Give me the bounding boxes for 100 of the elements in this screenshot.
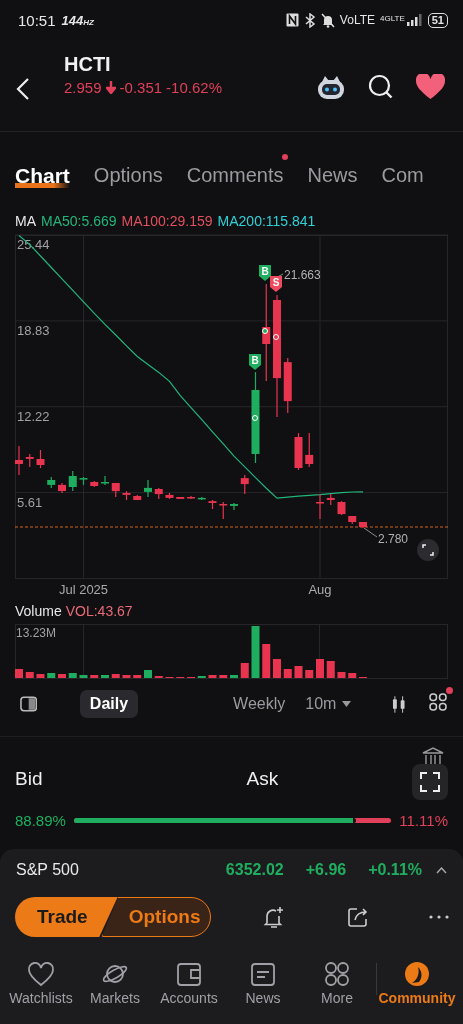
nav-tab[interactable]: Accounts [152,961,226,1006]
panel-toggle-icon[interactable] [20,696,38,712]
trade-point-icon [273,334,279,340]
nav-tab[interactable]: Watchlists [4,961,78,1006]
chart-tab[interactable]: News [307,153,358,192]
index-name: S&P 500 [16,861,79,879]
candlestick [316,493,324,520]
candlestick [154,487,163,500]
volume-bar [36,674,45,678]
candlestick [144,479,152,498]
network-label: VoLTE [339,13,375,27]
volume-bar [240,663,249,678]
period-tab[interactable]: Daily [79,690,139,718]
price-axis-label: 12.22 [17,408,50,424]
trade-point-icon [262,328,268,334]
nfc-icon [285,13,299,27]
volume-bar [79,675,88,678]
heart-icon[interactable] [416,74,445,100]
index-percent: +0.11% [368,861,422,879]
more-icon[interactable] [429,915,449,919]
volume-bar [90,675,99,678]
volume-bar [283,669,292,678]
candlestick-icon[interactable] [392,695,406,713]
moving-average-value: MA100:29.159 [121,213,213,229]
volume-bar [101,675,109,678]
back-icon[interactable] [16,77,30,101]
volume-bar [262,644,271,678]
nav-tab[interactable]: Markets [78,961,152,1006]
candlestick [68,470,77,492]
nav-tab[interactable]: More [300,961,374,1006]
community-logo-icon [403,961,431,987]
volume-bar [25,672,34,678]
volume-bar [337,672,346,678]
ask-label: Ask [246,768,279,790]
period-tab[interactable]: Weekly [223,690,296,718]
candlestick [283,357,292,414]
bluetooth-icon [303,12,316,28]
fullscreen-button[interactable] [417,539,439,561]
volume-bar [316,659,324,678]
signal-icon [406,14,423,26]
volume-bar [58,674,66,678]
candlestick [36,449,45,469]
volume-bar [230,675,238,678]
nav-tab[interactable]: Community [377,961,457,1006]
options-button[interactable]: Options [101,897,212,937]
period-tab[interactable]: 10m [295,690,362,718]
candlestick [111,482,120,498]
volume-title: Volume [15,603,62,619]
volume-bar [68,673,77,678]
date-axis-label: Jul 2025 [58,582,109,597]
add-alert-icon[interactable] [263,906,285,928]
share-icon[interactable] [347,906,369,928]
volume-bar [273,659,281,678]
candlestick [47,476,56,489]
heart-icon [27,961,55,987]
high-price-label: 21.663 [284,268,321,282]
candlestick [15,445,23,476]
candlestick [219,501,228,520]
muted-bell-icon [320,12,335,28]
chart-tab[interactable]: Comments [186,153,284,192]
bid-label: Bid [15,768,43,790]
trade-marker: B [259,265,271,281]
index-value: 6352.02 [225,861,284,879]
candlestick [133,494,142,501]
trade-marker: B [249,354,261,370]
candlestick [122,490,131,501]
date-axis-label: Aug [308,582,332,597]
candlestick [230,502,238,511]
search-icon[interactable] [368,74,394,100]
candlestick [165,492,174,500]
trade-point-icon [252,415,258,421]
moving-average-value: MA50:5.669 [41,213,117,229]
grid-icon [323,961,351,987]
chevron-up-icon[interactable] [436,866,447,874]
candlestick [305,432,314,468]
percent-change: -10.62% [166,79,222,96]
refresh-rate: 144HZ [61,12,94,28]
clock-time: 10:51 [18,11,56,29]
grid-icon[interactable] [428,693,447,711]
trade-marker: S [270,276,282,292]
expand-icon [419,771,441,793]
expand-button[interactable] [412,764,448,800]
volume-reading: VOL:43.67 [65,603,133,619]
leader-line [363,527,378,538]
stock-symbol: HCTI [64,53,112,76]
candlestick [25,453,34,468]
volume-bar [348,673,357,678]
candlestick [90,480,99,488]
stock-price: 2.959 [64,79,102,96]
robot-icon[interactable] [316,74,346,100]
bid-percent: 88.89% [15,811,66,829]
price-axis-label: 18.83 [17,322,50,338]
nav-tab[interactable]: News [226,961,300,1006]
chart-tab[interactable]: Options [93,153,163,192]
volume-bar [111,674,120,678]
ask-percent: 11.11% [399,811,448,829]
chart-tab[interactable]: Com [381,153,424,192]
newspaper-icon [249,961,277,987]
price-axis-label: 5.61 [17,494,43,510]
trade-button[interactable]: Trade [15,897,118,937]
